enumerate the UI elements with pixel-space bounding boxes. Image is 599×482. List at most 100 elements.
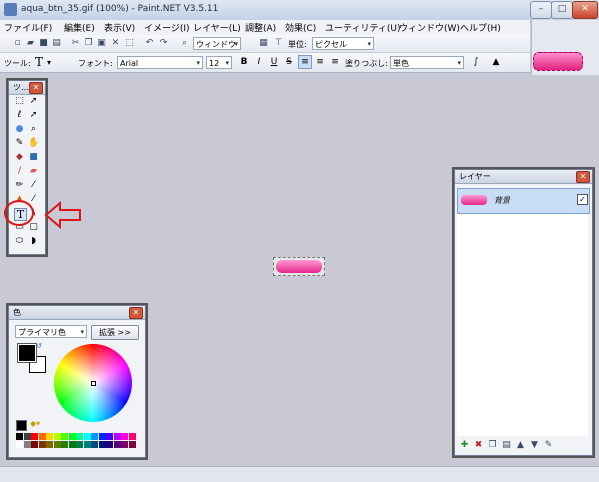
add-layer-icon[interactable]: ✚	[459, 440, 470, 451]
layers-panel-close-icon[interactable]: ✕	[576, 171, 590, 183]
menu-file[interactable]: ファイル(F)	[4, 21, 52, 34]
thumbnail-image[interactable]	[533, 52, 583, 71]
palette-swatch[interactable]	[31, 433, 38, 440]
print-icon[interactable]: ▤	[51, 38, 62, 49]
move-selected-icon[interactable]: ➚	[28, 110, 39, 121]
canvas-image[interactable]	[273, 257, 325, 276]
delete-layer-icon[interactable]: ✖	[473, 440, 484, 451]
underline-button[interactable]: U	[268, 56, 280, 68]
pan-icon[interactable]: ✋	[28, 138, 39, 149]
palette-swatch[interactable]	[76, 433, 83, 440]
antialias-icon[interactable]: ∫	[470, 56, 482, 68]
align-left-icon[interactable]: ≡	[298, 55, 312, 69]
text-tool-glyph[interactable]: T	[35, 55, 43, 69]
layer-visibility-checkbox[interactable]: ✓	[577, 194, 588, 205]
palette-swatch[interactable]	[23, 441, 31, 448]
ellipse-tool-icon[interactable]: ⬭	[14, 236, 25, 247]
palette-swatch[interactable]	[76, 441, 83, 448]
italic-button[interactable]: I	[253, 56, 265, 68]
layer-row[interactable]: 背景 ✓	[457, 188, 590, 214]
duplicate-layer-icon[interactable]: ❐	[487, 440, 498, 451]
pencil-icon[interactable]: ✏	[14, 180, 25, 191]
undo-icon[interactable]: ↶	[144, 38, 155, 49]
ruler-icon[interactable]: ⊤	[273, 38, 284, 49]
color-mode-combo[interactable]: プライマリ色 ▾	[15, 325, 87, 338]
colors-panel-close-icon[interactable]: ✕	[129, 307, 143, 319]
palette-swatch[interactable]	[121, 433, 128, 440]
palette-swatch[interactable]	[83, 441, 91, 448]
menu-window[interactable]: ウィンドウ(W)	[399, 21, 460, 34]
palette-swatch[interactable]	[98, 441, 106, 448]
palette-swatch[interactable]	[128, 433, 136, 440]
new-icon[interactable]: ▫	[12, 38, 23, 49]
menu-image[interactable]: イメージ(I)	[144, 21, 190, 34]
palette-swatch[interactable]	[53, 441, 61, 448]
primary-color-swatch[interactable]	[17, 343, 37, 363]
cut-icon[interactable]: ✂	[70, 38, 81, 49]
palette-swatch[interactable]	[68, 433, 76, 440]
rounded-rectangle-icon[interactable]: ▢	[28, 222, 39, 233]
redo-icon[interactable]: ↷	[158, 38, 169, 49]
window-combo[interactable]: ウィンドウ ▾	[193, 37, 241, 50]
palette-swatch[interactable]	[16, 433, 23, 440]
palette-swatch[interactable]	[106, 433, 113, 440]
size-combo[interactable]: 12 ▾	[206, 56, 232, 69]
magic-wand-icon[interactable]: ✎	[14, 138, 25, 149]
palette-swatch[interactable]	[38, 433, 46, 440]
move-selection-icon[interactable]: ➚	[28, 96, 39, 107]
maximize-button[interactable]: □	[551, 1, 573, 19]
layer-properties-icon[interactable]: ✎	[543, 440, 554, 451]
tools-panel-close-icon[interactable]: ✕	[29, 82, 43, 94]
move-layer-down-icon[interactable]: ▼	[529, 440, 540, 451]
bold-button[interactable]: B	[238, 56, 250, 68]
lasso-icon[interactable]: ℓ	[14, 110, 25, 121]
palette-swatch[interactable]	[91, 441, 98, 448]
paintbrush-icon[interactable]: /	[14, 166, 25, 177]
gradient-icon[interactable]: ■	[28, 152, 39, 163]
freeform-shape-icon[interactable]: ◗	[28, 236, 39, 247]
save-icon[interactable]: ■	[38, 38, 49, 49]
rectangle-select-icon[interactable]: ⬚	[14, 96, 25, 107]
menu-layer[interactable]: レイヤー(L)	[193, 21, 241, 34]
swap-colors-icon[interactable]: ↺	[36, 342, 42, 350]
eraser-icon[interactable]: ▰	[28, 166, 39, 177]
zoom-tool-icon[interactable]: ⌕	[28, 124, 39, 135]
palette-swatch[interactable]	[128, 441, 136, 448]
palette-swatch[interactable]	[61, 441, 68, 448]
palette-swatch[interactable]	[113, 433, 121, 440]
palette-swatch[interactable]	[83, 433, 91, 440]
font-combo[interactable]: Arial ▾	[117, 56, 203, 69]
menu-help[interactable]: ヘルプ(H)	[460, 21, 501, 34]
color-picker-icon[interactable]: ⁄	[28, 180, 39, 191]
palette-swatch[interactable]	[68, 441, 76, 448]
palette-swatch[interactable]	[91, 433, 98, 440]
expand-button[interactable]: 拡張 >>	[91, 325, 139, 340]
palette-swatch[interactable]	[98, 433, 106, 440]
reset-colors-icon[interactable]	[16, 420, 27, 431]
chevron-down-icon[interactable]: ▾	[47, 58, 51, 67]
crop-icon[interactable]: ✕	[110, 38, 121, 49]
palette-swatch[interactable]	[106, 441, 113, 448]
menu-adjust[interactable]: 調整(A)	[245, 21, 276, 34]
palette-swatch[interactable]	[113, 441, 121, 448]
fill-combo[interactable]: 単色 ▾	[390, 56, 464, 69]
palette-swatch[interactable]	[38, 441, 46, 448]
minimize-button[interactable]: –	[530, 1, 552, 19]
palette-swatch[interactable]	[16, 441, 23, 448]
menu-view[interactable]: 表示(V)	[104, 21, 135, 34]
copy-icon[interactable]: ❐	[83, 38, 94, 49]
ellipse-select-icon[interactable]: ●	[14, 124, 25, 135]
palette-swatch[interactable]	[121, 441, 128, 448]
close-button[interactable]: ✕	[572, 1, 598, 19]
unit-combo[interactable]: ピクセル ▾	[312, 37, 374, 50]
open-icon[interactable]: ▰	[25, 38, 36, 49]
align-right-icon[interactable]: ≡	[329, 56, 341, 68]
palette-swatch[interactable]	[23, 433, 31, 440]
blend-mode-icon[interactable]: ▲	[490, 56, 502, 68]
palette-swatch[interactable]	[46, 441, 53, 448]
deselect-icon[interactable]: ⬚	[124, 38, 135, 49]
palette-swatch[interactable]	[46, 433, 53, 440]
zoom-icon[interactable]: ⌕	[179, 38, 190, 49]
palette-swatch[interactable]	[31, 441, 38, 448]
move-layer-up-icon[interactable]: ▲	[515, 440, 526, 451]
